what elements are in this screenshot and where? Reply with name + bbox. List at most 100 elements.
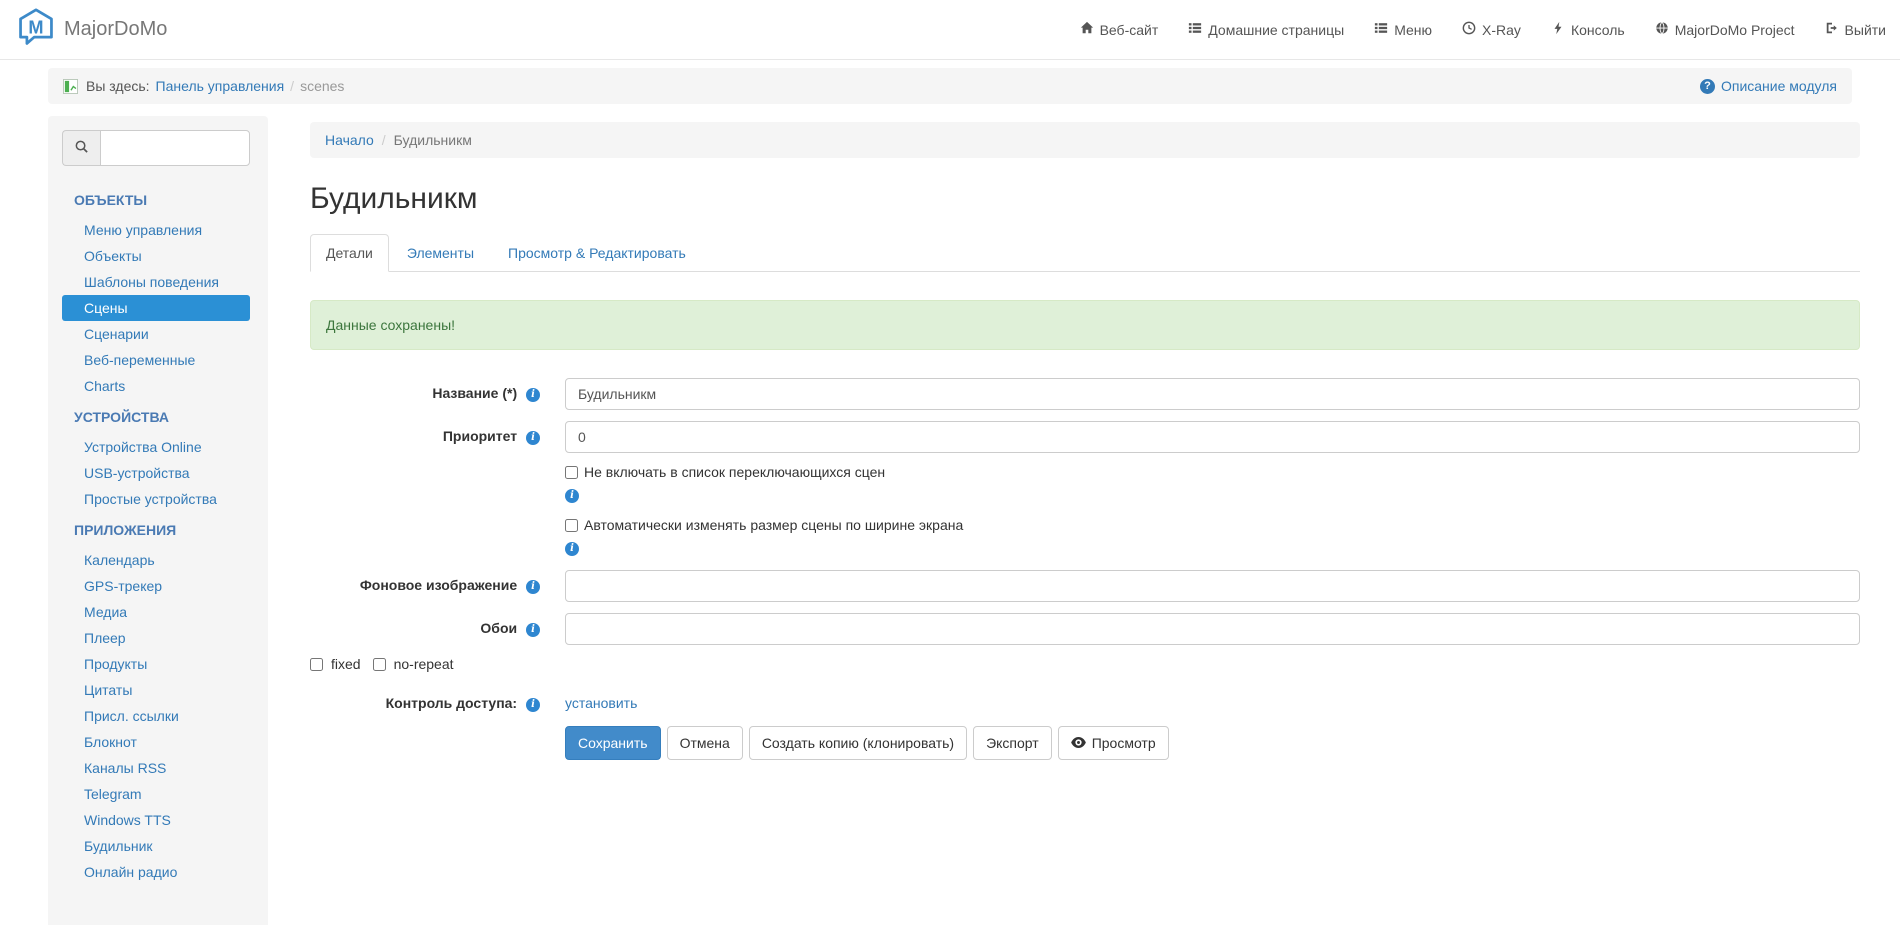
sidebar-section-devices: УСТРОЙСТВА Устройства Online USB-устройс…	[48, 399, 268, 512]
priority-label-text: Приоритет	[442, 428, 518, 444]
globe-icon	[1655, 21, 1669, 38]
nav-xray[interactable]: X-Ray	[1462, 21, 1521, 38]
info-icon[interactable]	[526, 623, 540, 637]
sidebar-item-charts[interactable]: Charts	[62, 373, 250, 399]
preview-button[interactable]: Просмотр	[1057, 726, 1169, 760]
info-icon[interactable]	[565, 489, 579, 503]
sidebar-item-simple-devices[interactable]: Простые устройства	[62, 486, 250, 512]
nav-label: X-Ray	[1482, 21, 1521, 38]
sidebar-item-windows-tts[interactable]: Windows TTS	[62, 807, 250, 833]
tab-view-edit[interactable]: Просмотр & Редактировать	[492, 234, 702, 272]
svg-text:M: M	[28, 17, 43, 37]
sidebar-item-quotes[interactable]: Цитаты	[62, 677, 250, 703]
background-image-label: Фоновое изображение	[310, 570, 540, 602]
no-switch-label[interactable]: Не включать в список переключающихся сце…	[584, 464, 885, 480]
brand-name: MajorDoMo	[64, 18, 168, 40]
name-label-text: Название (*)	[432, 385, 518, 401]
wallpaper-options: fixed no-repeat	[310, 656, 1860, 672]
module-help-label: Описание модуля	[1720, 78, 1837, 94]
sidebar-item-scenarios[interactable]: Сценарии	[62, 321, 250, 347]
save-button[interactable]: Сохранить	[565, 726, 661, 760]
clock-icon	[1462, 21, 1476, 38]
no-repeat-label[interactable]: no-repeat	[394, 656, 454, 672]
breadcrumb-bar: Вы здесь: Панель управления / scenes Опи…	[48, 68, 1852, 104]
sidebar-item-telegram[interactable]: Telegram	[62, 781, 250, 807]
search-icon	[74, 139, 89, 157]
tabs: Детали Элементы Просмотр & Редактировать	[310, 234, 1860, 272]
autoresize-checkbox[interactable]	[565, 518, 578, 532]
sidebar-item-online-radio[interactable]: Онлайн радио	[62, 859, 250, 885]
wallpaper-input[interactable]	[565, 613, 1860, 645]
fixed-checkbox[interactable]	[310, 657, 323, 671]
search-button[interactable]	[62, 130, 100, 166]
sidebar-item-products[interactable]: Продукты	[62, 651, 250, 677]
brand[interactable]: M MajorDoMo	[16, 7, 167, 52]
question-icon	[1699, 78, 1715, 94]
search-input[interactable]	[100, 130, 250, 166]
module-description-link[interactable]: Описание модуля	[1699, 78, 1837, 94]
sidebar-item-behavior-patterns[interactable]: Шаблоны поведения	[62, 269, 250, 295]
background-image-input[interactable]	[565, 570, 1860, 602]
breadcrumb-control-panel-link[interactable]: Панель управления	[156, 78, 285, 94]
nav-label: Выйти	[1844, 21, 1886, 38]
list-icon	[1188, 21, 1202, 38]
name-input[interactable]	[565, 378, 1860, 410]
nav-home-pages[interactable]: Домашние страницы	[1188, 21, 1344, 38]
background-image-label-text: Фоновое изображение	[359, 577, 518, 593]
sidebar-item-web-variables[interactable]: Веб-переменные	[62, 347, 250, 373]
home-icon	[1080, 21, 1094, 38]
tab-elements[interactable]: Элементы	[391, 234, 490, 272]
logout-icon	[1825, 21, 1839, 38]
clone-button[interactable]: Создать копию (клонировать)	[748, 726, 968, 760]
sidebar-item-player[interactable]: Плеер	[62, 625, 250, 651]
sidebar-item-rss-channels[interactable]: Каналы RSS	[62, 755, 250, 781]
tab-details[interactable]: Детали	[310, 234, 389, 272]
sidebar-item-gps-tracker[interactable]: GPS-трекер	[62, 573, 250, 599]
sidebar-item-usb-devices[interactable]: USB-устройства	[62, 460, 250, 486]
sidebar-item-objects[interactable]: Объекты	[62, 243, 250, 269]
sidebar-item-sent-links[interactable]: Присл. ссылки	[62, 703, 250, 729]
info-icon[interactable]	[526, 698, 540, 712]
eye-icon	[1070, 735, 1086, 751]
nav-menu[interactable]: Меню	[1374, 21, 1432, 38]
sidebar-section-title: ПРИЛОЖЕНИЯ	[74, 522, 177, 538]
sidebar-section-title: УСТРОЙСТВА	[74, 409, 169, 425]
sidebar-item-notepad[interactable]: Блокнот	[62, 729, 250, 755]
breadcrumb-separator: /	[381, 132, 386, 148]
autoresize-label[interactable]: Автоматически изменять размер сцены по ш…	[584, 517, 963, 533]
sidebar-item-control-menu[interactable]: Меню управления	[62, 217, 250, 243]
breadcrumb-home-link[interactable]: Начало	[325, 132, 374, 148]
nav-label: Меню	[1394, 21, 1433, 38]
info-icon[interactable]	[526, 388, 540, 402]
fixed-label[interactable]: fixed	[331, 656, 361, 672]
app-header: M MajorDoMo Веб-сайт Домашние страницы М…	[0, 0, 1900, 60]
sidebar-item-devices-online[interactable]: Устройства Online	[62, 434, 250, 460]
nav-majordomo-project[interactable]: MajorDoMo Project	[1655, 21, 1795, 38]
control-panel-icon	[63, 78, 78, 94]
export-button[interactable]: Экспорт	[973, 726, 1052, 760]
no-switch-checkbox[interactable]	[565, 465, 578, 479]
bolt-icon	[1551, 21, 1565, 38]
list-icon	[1374, 21, 1388, 38]
access-set-link[interactable]: установить	[565, 688, 637, 711]
no-repeat-checkbox[interactable]	[372, 657, 386, 671]
sidebar-item-scenes[interactable]: Сцены	[62, 295, 250, 321]
sidebar-item-calendar[interactable]: Календарь	[62, 547, 250, 573]
majordomo-logo-icon: M	[16, 7, 56, 52]
nav-label: Консоль	[1570, 21, 1625, 38]
nav-logout[interactable]: Выйти	[1825, 21, 1886, 38]
breadcrumb-current: scenes	[300, 78, 345, 94]
nav-console[interactable]: Консоль	[1551, 21, 1625, 38]
wallpaper-label: Обои	[310, 613, 540, 645]
nav-website[interactable]: Веб-сайт	[1080, 21, 1158, 38]
wallpaper-label-text: Обои	[480, 620, 518, 636]
info-icon[interactable]	[526, 580, 540, 594]
info-icon[interactable]	[565, 542, 579, 556]
info-icon[interactable]	[526, 431, 540, 445]
cancel-button[interactable]: Отмена	[666, 726, 743, 760]
priority-input[interactable]	[565, 421, 1860, 453]
sidebar-section-title: ОБЪЕКТЫ	[74, 192, 148, 208]
sidebar-item-media[interactable]: Медиа	[62, 599, 250, 625]
page-breadcrumb: Начало / Будильникм	[310, 122, 1860, 158]
sidebar-item-alarm[interactable]: Будильник	[62, 833, 250, 859]
